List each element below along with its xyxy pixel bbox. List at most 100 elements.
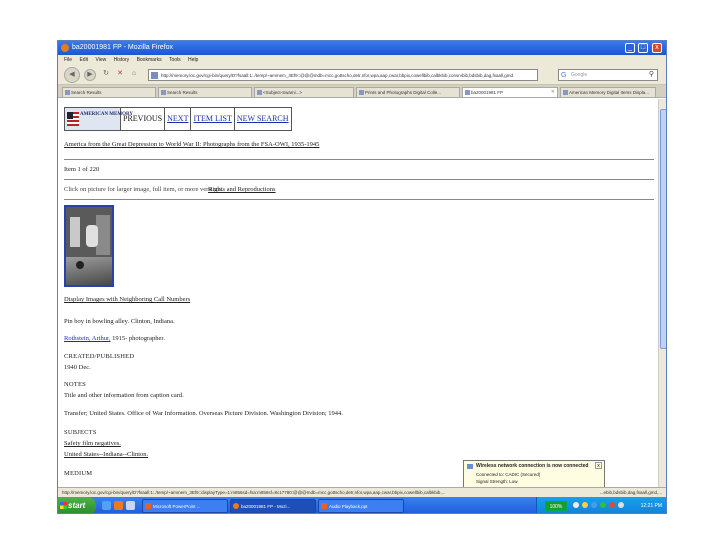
collection-link[interactable]: America from the Great Depression to Wor… [64,141,319,148]
tab-favicon [563,90,568,95]
status-url: http://memory.loc.gov/cgi-bin/query/D?fs… [62,490,446,495]
menu-history[interactable]: History [114,55,130,65]
photo-figure [86,225,98,247]
tab-search-results-2[interactable]: Search Results [158,87,252,97]
new-search-link[interactable]: NEW SEARCH [235,108,291,130]
item-count: Item 1 of 220 [64,166,100,173]
close-button[interactable]: x [652,43,662,53]
neighbor-link[interactable]: Display Images with Neighboring Call Num… [64,296,190,303]
task-label: Microsoft PowerPoint ... [153,504,201,509]
forward-button[interactable]: ▶ [84,69,96,81]
tab-label: Prints and Photographs Digital Colle... [365,90,442,95]
item-navigation-table: AMERICAN MEMORY PREVIOUS NEXT ITEM LIST … [64,107,292,131]
window-title: ba20001981 FP - Mozilla Firefox [72,44,174,51]
search-placeholder: Google [571,72,588,78]
task-powerpoint[interactable]: Microsoft PowerPoint ... [142,499,228,513]
tab-favicon [465,90,470,95]
scrollbar-thumb[interactable] [660,109,666,349]
divider [64,199,654,200]
created-label: CREATED/PUBLISHED [64,353,135,360]
taskbar: start Microsoft PowerPoint ... ba2000198… [58,497,666,513]
tab-current-item[interactable]: ba20001981 FP ✕ [462,87,558,97]
tray-icon[interactable] [609,502,615,508]
tray-icon[interactable] [618,502,624,508]
photo-figure [70,217,80,247]
divider [64,159,654,160]
menu-tools[interactable]: Tools [169,55,181,65]
google-icon: G [561,72,567,79]
subject-link-1[interactable]: Safety film negatives. [64,440,121,447]
site-favicon [151,72,158,79]
tab-label: Search Results [71,90,102,95]
tab-favicon [359,90,364,95]
page-content: AMERICAN MEMORY PREVIOUS NEXT ITEM LIST … [58,99,658,487]
wireless-icon [467,464,473,469]
vertical-scrollbar[interactable] [658,99,666,487]
url-bar[interactable]: http://memory.loc.gov/cgi-bin/query/D?fs… [148,69,538,81]
tab-label: <Subject-Swami...> [263,90,303,95]
search-icon[interactable]: ⚲ [649,70,654,80]
tab-bar: Search Results Search Results <Subject-S… [58,85,666,98]
notes-line-1: Title and other information from caption… [64,392,184,399]
reload-button[interactable]: ↻ [100,69,112,81]
home-button[interactable]: ⌂ [128,69,140,81]
maximize-button[interactable]: □ [638,43,648,53]
tray-icon[interactable] [573,502,579,508]
task-audio[interactable]: Audio Playback.ppt [318,499,404,513]
notes-label: NOTES [64,381,86,388]
tab-search-results-1[interactable]: Search Results [62,87,156,97]
tab-label: American Memory Digital Items Displa... [569,90,650,95]
next-link[interactable]: NEXT [165,108,192,130]
tab-close-icon[interactable]: ✕ [551,88,555,97]
tray-icon[interactable] [582,502,588,508]
menu-help[interactable]: Help [188,55,198,65]
quicklaunch-desktop-icon[interactable] [126,501,135,510]
menu-bar: File Edit View History Bookmarks Tools H… [58,55,666,65]
tab-favicon [161,90,166,95]
notification-connection: Connected to: CADIC (Secured) [476,472,541,477]
rights-link[interactable]: Rights and Reproductions [208,186,276,193]
task-firefox[interactable]: ba20001981 FP - Mozi... [230,499,316,513]
notification-title: Wireless network connection is now conne… [476,463,589,469]
logo-text: AMERICAN MEMORY [80,112,134,117]
minimize-button[interactable]: _ [625,43,635,53]
creator-line: Rothstein, Arthur, 1915- photographer. [64,335,165,342]
notification-signal: Signal Strength: Low [476,479,518,484]
menu-view[interactable]: View [95,55,106,65]
notes-line-2: Transfer; United States. Office of War I… [64,410,343,417]
menu-file[interactable]: File [64,55,72,65]
menu-edit[interactable]: Edit [79,55,88,65]
item-list-link[interactable]: ITEM LIST [191,108,235,130]
slide-background: ba20001981 FP - Mozilla Firefox _ □ x Fi… [0,0,720,540]
tab-american-memory[interactable]: American Memory Digital Items Displa... [560,87,656,97]
tab-favicon [257,90,262,95]
notification-close-button[interactable]: x [595,462,602,469]
tab-favicon [65,90,70,95]
powerpoint-icon [145,503,151,509]
quicklaunch-ie-icon[interactable] [102,501,111,510]
powerpoint-icon [321,503,327,509]
wireless-tray-icon[interactable] [591,502,597,508]
created-value: 1940 Dec. [64,364,91,371]
tray-icon[interactable] [600,502,606,508]
start-button[interactable]: start [58,497,96,513]
wireless-notification[interactable]: Wireless network connection is now conne… [463,460,605,498]
enlarge-instructions: Click on picture for larger image, full … [64,186,224,193]
tab-prints-photographs[interactable]: Prints and Photographs Digital Colle... [356,87,460,97]
task-label: ba20001981 FP - Mozi... [241,504,291,509]
creator-link[interactable]: Rothstein, Arthur, [64,335,111,342]
stop-button[interactable]: ✕ [114,69,126,81]
menu-bookmarks[interactable]: Bookmarks [137,55,162,65]
tab-label: ba20001981 FP [471,90,504,95]
back-button[interactable]: ◀ [64,67,80,83]
firefox-icon [233,503,239,509]
tab-subject[interactable]: <Subject-Swami...> [254,87,354,97]
search-input[interactable]: G Google ⚲ [558,69,658,81]
clock[interactable]: 12:21 PM [641,497,662,513]
quicklaunch-firefox-icon[interactable] [114,501,123,510]
photo-thumbnail[interactable] [64,205,114,287]
battery-indicator[interactable]: 100% [545,501,567,511]
subject-link-2[interactable]: United States--Indiana--Clinton. [64,451,148,458]
medium-label: MEDIUM [64,470,93,477]
american-memory-logo[interactable]: AMERICAN MEMORY [65,108,134,130]
